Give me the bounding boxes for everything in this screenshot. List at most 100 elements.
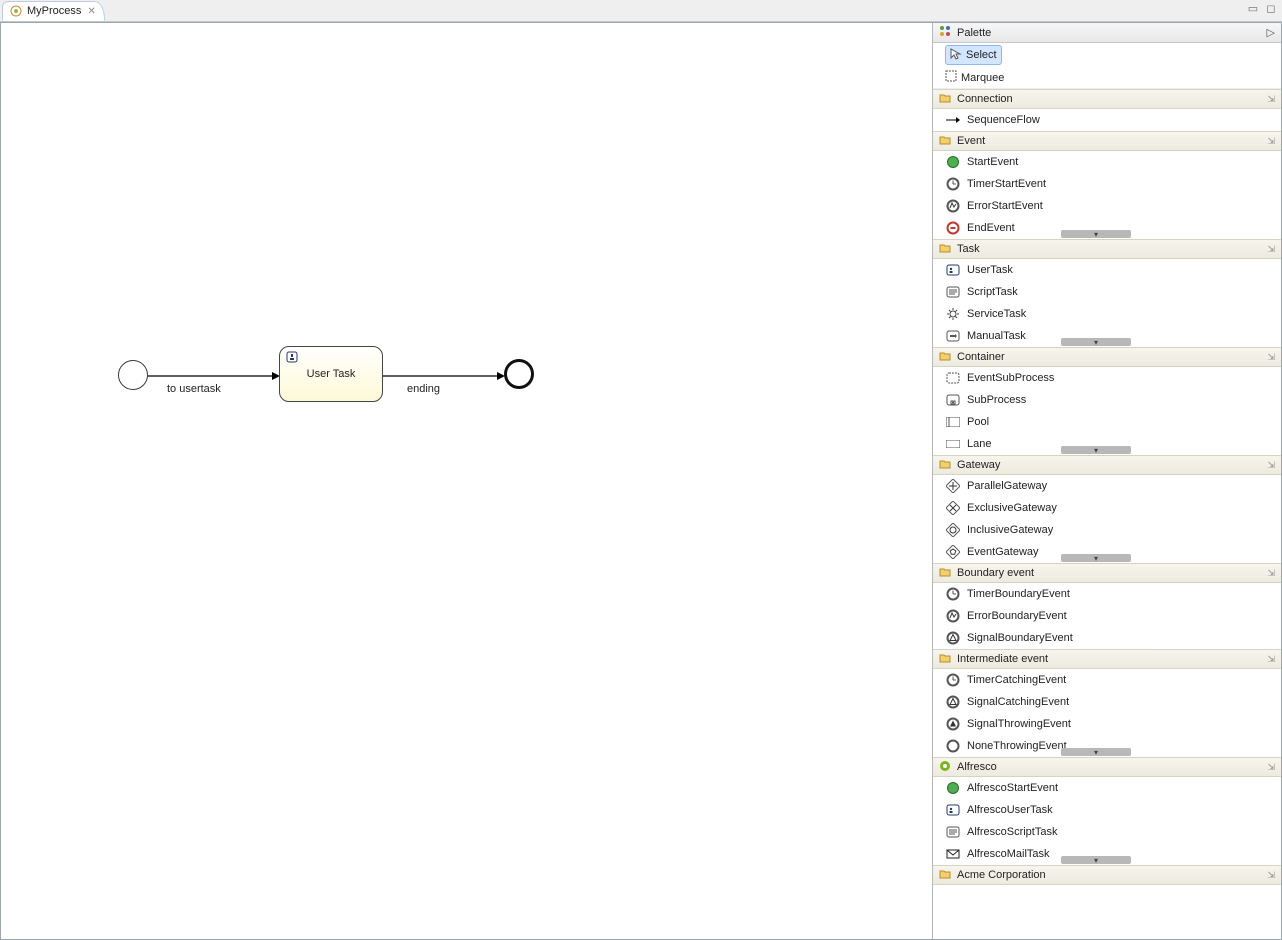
pin-icon[interactable]: ⇲ bbox=[1267, 352, 1275, 363]
palette-item-label: AlfrescoMailTask bbox=[967, 848, 1050, 860]
signal-throw-icon bbox=[945, 716, 961, 732]
expand-more-icon[interactable]: ▾ bbox=[1061, 230, 1131, 238]
palette-item-eventsubprocess[interactable]: EventSubProcess bbox=[933, 367, 1281, 389]
user-task-icon bbox=[286, 351, 298, 363]
palette-item-label: EndEvent bbox=[967, 222, 1015, 234]
user-task-node[interactable]: User Task bbox=[279, 346, 383, 402]
pin-icon[interactable]: ⇲ bbox=[1267, 244, 1275, 255]
pin-icon[interactable]: ⇲ bbox=[1267, 870, 1275, 881]
palette-item-alfrescoscripttask[interactable]: AlfrescoScriptTask bbox=[933, 821, 1281, 843]
user-task-icon bbox=[945, 262, 961, 278]
exclusive-gateway-icon bbox=[945, 500, 961, 516]
parallel-gateway-icon bbox=[945, 478, 961, 494]
palette-item-label: EventGateway bbox=[967, 546, 1039, 558]
start-event-icon bbox=[945, 780, 961, 796]
category-title: Boundary event bbox=[957, 567, 1034, 579]
palette-item-parallelgateway[interactable]: ParallelGateway bbox=[933, 475, 1281, 497]
palette-item-label: Lane bbox=[967, 438, 991, 450]
expand-more-icon[interactable]: ▾ bbox=[1061, 856, 1131, 864]
none-throw-icon bbox=[945, 738, 961, 754]
close-icon[interactable]: ✕ bbox=[87, 6, 95, 17]
diagram-canvas[interactable]: to usertask User Task ending bbox=[1, 23, 933, 939]
palette-item-signalthrowingevent[interactable]: SignalThrowingEvent bbox=[933, 713, 1281, 735]
minimize-icon[interactable]: ▭ bbox=[1246, 2, 1260, 15]
category-connection[interactable]: Connection⇲ bbox=[933, 89, 1281, 109]
chevron-right-icon[interactable]: ▷ bbox=[1267, 26, 1275, 39]
palette-item-label: SignalCatchingEvent bbox=[967, 696, 1069, 708]
category-boundary-event[interactable]: Boundary event ⇲ bbox=[933, 563, 1281, 583]
category-title: Gateway bbox=[957, 459, 1000, 471]
palette-item-label: ErrorStartEvent bbox=[967, 200, 1043, 212]
palette-item-signalboundaryevent[interactable]: SignalBoundaryEvent bbox=[933, 627, 1281, 649]
palette-item-label: EventSubProcess bbox=[967, 372, 1054, 384]
palette-item-timercatchingevent[interactable]: TimerCatchingEvent bbox=[933, 669, 1281, 691]
folder-icon bbox=[939, 566, 951, 581]
palette-item-subprocess[interactable]: SubProcess bbox=[933, 389, 1281, 411]
palette-item-label: ManualTask bbox=[967, 330, 1026, 342]
expand-more-icon[interactable]: ▾ bbox=[1061, 748, 1131, 756]
category-title: Task bbox=[957, 243, 980, 255]
palette-item-errorstartevent[interactable]: ErrorStartEvent bbox=[933, 195, 1281, 217]
category-intermediate-event[interactable]: Intermediate event ⇲ bbox=[933, 649, 1281, 669]
pin-icon[interactable]: ⇲ bbox=[1267, 136, 1275, 147]
palette-item-label: SignalThrowingEvent bbox=[967, 718, 1071, 730]
palette-item-label: ParallelGateway bbox=[967, 480, 1047, 492]
expand-more-icon[interactable]: ▾ bbox=[1061, 446, 1131, 454]
palette-item-timerstartevent[interactable]: TimerStartEvent bbox=[933, 173, 1281, 195]
palette-item-label: NoneThrowingEvent bbox=[967, 740, 1067, 752]
category-title: Intermediate event bbox=[957, 653, 1048, 665]
expand-more-icon[interactable]: ▾ bbox=[1061, 338, 1131, 346]
palette-item-errorboundaryevent[interactable]: ErrorBoundaryEvent bbox=[933, 605, 1281, 627]
palette-item-servicetask[interactable]: ServiceTask bbox=[933, 303, 1281, 325]
tool-marquee[interactable]: Marquee bbox=[933, 67, 1281, 89]
palette-item-label: SignalBoundaryEvent bbox=[967, 632, 1073, 644]
category-title: Acme Corporation bbox=[957, 869, 1046, 881]
category-acme-corporation[interactable]: Acme Corporation ⇲ bbox=[933, 865, 1281, 885]
editor-tab[interactable]: MyProcess ✕ bbox=[2, 1, 105, 21]
palette-item-label: AlfrescoScriptTask bbox=[967, 826, 1057, 838]
pin-icon[interactable]: ⇲ bbox=[1267, 460, 1275, 471]
palette-item-exclusivegateway[interactable]: ExclusiveGateway bbox=[933, 497, 1281, 519]
palette-item-label: ServiceTask bbox=[967, 308, 1026, 320]
category-title: Alfresco bbox=[957, 761, 997, 773]
start-event-node[interactable] bbox=[118, 360, 148, 390]
mail-task-icon bbox=[945, 846, 961, 862]
palette-item-sequenceflow[interactable]: SequenceFlow bbox=[933, 109, 1281, 131]
palette-item-scripttask[interactable]: ScriptTask bbox=[933, 281, 1281, 303]
palette-item-label: AlfrescoUserTask bbox=[967, 804, 1053, 816]
palette-item-alfrescostartevent[interactable]: AlfrescoStartEvent bbox=[933, 777, 1281, 799]
pin-icon[interactable]: ⇲ bbox=[1267, 94, 1275, 105]
palette-item-label: SubProcess bbox=[967, 394, 1026, 406]
palette-icon bbox=[939, 25, 951, 40]
palette-item-usertask[interactable]: UserTask bbox=[933, 259, 1281, 281]
category-title: Event bbox=[957, 135, 985, 147]
category-event[interactable]: Event ⇲ bbox=[933, 131, 1281, 151]
category-alfresco[interactable]: Alfresco ⇲ bbox=[933, 757, 1281, 777]
palette-header[interactable]: Palette ▷ bbox=[933, 23, 1281, 43]
palette-item-startevent[interactable]: StartEvent bbox=[933, 151, 1281, 173]
palette-item-signalcatchingevent[interactable]: SignalCatchingEvent bbox=[933, 691, 1281, 713]
category-task[interactable]: Task ⇲ bbox=[933, 239, 1281, 259]
palette-item-inclusivegateway[interactable]: InclusiveGateway bbox=[933, 519, 1281, 541]
tool-select[interactable]: Select bbox=[945, 45, 1002, 65]
sequence-flow-2[interactable] bbox=[383, 372, 505, 382]
pin-icon[interactable]: ⇲ bbox=[1267, 762, 1275, 773]
category-gateway[interactable]: Gateway ⇲ bbox=[933, 455, 1281, 475]
expand-more-icon[interactable]: ▾ bbox=[1061, 554, 1131, 562]
timer-event-icon bbox=[945, 586, 961, 602]
signal-catch-icon bbox=[945, 694, 961, 710]
category-container[interactable]: Container⇲ bbox=[933, 347, 1281, 367]
palette-panel: Palette ▷ SelectMarquee Connection⇲Seque… bbox=[933, 23, 1281, 939]
palette-item-label: TimerStartEvent bbox=[967, 178, 1046, 190]
palette-item-timerboundaryevent[interactable]: TimerBoundaryEvent bbox=[933, 583, 1281, 605]
end-event-node[interactable] bbox=[504, 359, 534, 389]
marquee-icon bbox=[945, 70, 957, 85]
gear-task-icon bbox=[945, 306, 961, 322]
palette-item-pool[interactable]: Pool bbox=[933, 411, 1281, 433]
pin-icon[interactable]: ⇲ bbox=[1267, 654, 1275, 665]
inclusive-gateway-icon bbox=[945, 522, 961, 538]
sequence-flow-1[interactable] bbox=[148, 372, 280, 382]
maximize-icon[interactable]: ◻ bbox=[1264, 2, 1278, 15]
palette-item-alfrescousertask[interactable]: AlfrescoUserTask bbox=[933, 799, 1281, 821]
pin-icon[interactable]: ⇲ bbox=[1267, 568, 1275, 579]
